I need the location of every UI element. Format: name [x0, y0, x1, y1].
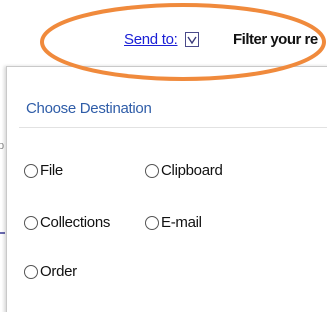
- panel-divider: [19, 127, 327, 128]
- destination-option-file[interactable]: File: [24, 162, 63, 179]
- radio-unchecked-icon[interactable]: [24, 163, 38, 178]
- filter-results-label: Filter your re: [233, 31, 318, 48]
- destination-option-label: Order: [40, 263, 77, 280]
- destination-option-label: Clipboard: [161, 162, 223, 179]
- background-partial-line: [0, 232, 5, 234]
- background-partial-text: p: [0, 140, 5, 152]
- send-to-link[interactable]: Send to:: [124, 31, 178, 48]
- destination-option-email[interactable]: E-mail: [145, 214, 202, 231]
- destination-option-label: E-mail: [161, 214, 202, 231]
- page: p Send to: Filter your re Choose Destina…: [0, 0, 327, 312]
- destination-option-clipboard[interactable]: Clipboard: [145, 162, 223, 179]
- destination-option-label: File: [40, 162, 63, 179]
- chevron-down-icon: [187, 36, 197, 45]
- destination-option-order[interactable]: Order: [24, 263, 77, 280]
- radio-unchecked-icon[interactable]: [145, 215, 159, 230]
- radio-unchecked-icon[interactable]: [145, 163, 159, 178]
- radio-unchecked-icon[interactable]: [24, 215, 38, 230]
- destination-option-label: Collections: [40, 214, 111, 231]
- send-to-dropdown-button[interactable]: [185, 32, 199, 47]
- send-to-dropdown-panel: Choose Destination File Clipboard Collec…: [6, 66, 327, 312]
- choose-destination-title: Choose Destination: [26, 100, 152, 117]
- destination-option-collections[interactable]: Collections: [24, 214, 110, 231]
- radio-unchecked-icon[interactable]: [24, 264, 38, 279]
